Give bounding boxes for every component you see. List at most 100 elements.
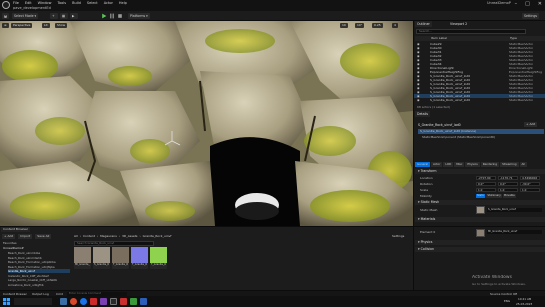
tab-details[interactable]: Details: [415, 111, 431, 117]
visibility-eye-icon[interactable]: ◉: [417, 98, 420, 102]
folder-tree-item[interactable]: Icelandic_Rock_Cliff_vbvhbwf: [8, 274, 70, 278]
browser-icon[interactable]: [70, 298, 77, 305]
viewport-menu-icon[interactable]: ≡: [2, 23, 9, 28]
outliner-row[interactable]: ◉ S_Granite_Rock_uinvf_lod0 StaticMeshActo…: [414, 98, 545, 102]
stop-icon[interactable]: [117, 13, 123, 19]
asset-tile[interactable]: T_Granite_Rock_N: [131, 247, 148, 269]
asset-tile[interactable]: T_Granite_Rock_ORM: [150, 247, 167, 269]
column-type[interactable]: Type: [510, 36, 517, 41]
settings-button[interactable]: Settings: [522, 13, 540, 19]
add-component-button[interactable]: + Add: [524, 122, 538, 127]
chrome-icon[interactable]: [80, 298, 87, 305]
menu-item-tools[interactable]: Tools: [57, 1, 66, 5]
material-dropdown[interactable]: MI_Granite_Rock_uinvf: [487, 230, 542, 234]
app-icon-green[interactable]: [130, 298, 137, 305]
close-button[interactable]: ✕: [538, 1, 542, 7]
materials-section[interactable]: ▾ Materials: [415, 217, 545, 222]
content-settings-button[interactable]: Settings: [392, 234, 404, 239]
windows-start-icon[interactable]: [3, 298, 10, 305]
folder-tree-item[interactable]: Beach_Rock_Formation_udkjfbjba: [8, 265, 70, 269]
content-save-all-button[interactable]: Save All: [35, 234, 52, 239]
tab-content-browser[interactable]: Content Browser: [1, 227, 31, 232]
rotation-y-field[interactable]: 0.0°: [498, 182, 518, 186]
filter-tab-actor[interactable]: Actor: [431, 162, 443, 167]
filter-tab-physics[interactable]: Physics: [465, 162, 480, 167]
physics-section[interactable]: ▾ Physics: [415, 240, 545, 245]
mobility-movable[interactable]: Movable: [502, 194, 516, 198]
taskbar-search[interactable]: [14, 298, 52, 305]
maximize-button[interactable]: □: [525, 1, 530, 7]
location-x-field[interactable]: -2707.90: [476, 176, 496, 180]
scale-x-field[interactable]: 1.0: [476, 188, 496, 192]
breadcrumb-granite-rock[interactable]: Granite_Rock_uinvf: [143, 234, 172, 239]
breadcrumb-megascans[interactable]: Megascans: [100, 234, 117, 239]
filter-tab-lod[interactable]: LOD: [443, 162, 454, 167]
scale-y-field[interactable]: 1.0: [498, 188, 518, 192]
folder-tree-item[interactable]: Large_Nordic_Coastal_Cliff_vbfabtb: [8, 278, 70, 282]
minimize-button[interactable]: –: [515, 1, 518, 7]
grid-snap-value[interactable]: 10: [340, 23, 348, 28]
menu-item-help[interactable]: Help: [119, 1, 127, 5]
filter-tab-rendering[interactable]: Rendering: [480, 162, 500, 167]
menu-item-file[interactable]: File: [13, 1, 19, 5]
component-static-mesh[interactable]: StaticMeshComponent (StaticMeshComponent…: [422, 135, 495, 139]
view-mode-button[interactable]: Perspective: [11, 23, 33, 28]
asset-tile[interactable]: S_Granite_Rock: [93, 247, 110, 269]
static-mesh-thumbnail[interactable]: [476, 206, 485, 214]
location-y-field[interactable]: -1170.71: [498, 176, 518, 180]
breadcrumb-3d-assets[interactable]: 3D_Assets: [122, 234, 137, 239]
app-icon-adobe[interactable]: [120, 298, 127, 305]
folder-tree-item[interactable]: Beach_Rock_uknmdwhb: [8, 256, 70, 260]
folder-tree-item[interactable]: Beach_Rock_uknmbiba: [8, 251, 70, 255]
breadcrumb-all[interactable]: All: [74, 234, 78, 239]
unreal-logo-icon[interactable]: [2, 1, 10, 9]
camera-speed-value[interactable]: 4: [392, 23, 398, 28]
add-actor-icon[interactable]: +: [50, 13, 58, 19]
play-icon[interactable]: [101, 13, 107, 19]
menu-item-edit[interactable]: Edit: [25, 1, 32, 5]
outliner-search-input[interactable]: Search...: [416, 29, 526, 34]
folder-tree-item[interactable]: Beach_Rock_Formation_udkpbhba: [8, 260, 70, 264]
cinematics-icon[interactable]: ▶: [70, 13, 78, 19]
column-item-label[interactable]: Item Label: [431, 36, 447, 41]
favorites-section[interactable]: Favorites: [3, 241, 17, 245]
level-viewport[interactable]: ≡ Perspective Lit Show 10 10° 0.25 4: [0, 21, 413, 226]
language-indicator[interactable]: ENG: [504, 296, 510, 307]
location-z-field[interactable]: 4.3496002: [520, 176, 540, 180]
transform-section[interactable]: ▾ Transform: [415, 169, 545, 174]
show-button[interactable]: Show: [55, 23, 68, 28]
asset-tile[interactable]: MI_Granite_Rock: [74, 247, 91, 269]
filter-tab-streaming[interactable]: Streaming: [500, 162, 519, 167]
static-mesh-dropdown[interactable]: S_Granite_Rock_uinvf: [487, 208, 542, 212]
blueprint-icon[interactable]: ▦: [60, 13, 68, 19]
folder-tree-item[interactable]: Granite_Rock_uinvf: [8, 269, 70, 273]
file-explorer-icon[interactable]: [60, 298, 67, 305]
menu-item-select[interactable]: Select: [87, 1, 98, 5]
menu-item-build[interactable]: Build: [72, 1, 81, 5]
tab-outliner[interactable]: Outliner: [415, 21, 432, 27]
app-icon-purple[interactable]: [100, 298, 107, 305]
clock-date[interactable]: 25-03-2023: [516, 302, 532, 306]
rotation-x-field[interactable]: 0.0°: [476, 182, 496, 186]
breadcrumb-content[interactable]: Content: [83, 234, 95, 239]
component-root[interactable]: S_Granite_Rock_uinvf_lod0 (Instance): [418, 129, 544, 134]
unreal-taskbar-icon[interactable]: [110, 298, 117, 305]
level-tab[interactable]: pave_developmentEd: [13, 6, 51, 10]
filter-tab-all[interactable]: All: [519, 162, 527, 167]
select-mode-button[interactable]: Select Mode ▾: [12, 13, 39, 19]
mobility-stationary[interactable]: Stationary: [486, 194, 502, 198]
app-icon-red[interactable]: [90, 298, 97, 305]
lit-button[interactable]: Lit: [42, 23, 50, 28]
content-search-input[interactable]: Search Granite_Rock_uinvf: [74, 241, 154, 246]
asset-tile[interactable]: T_Granite_Rock_D: [112, 247, 129, 269]
material-thumbnail[interactable]: [476, 229, 485, 237]
filter-tab-general[interactable]: General: [415, 162, 431, 167]
filter-tab-misc[interactable]: Misc: [454, 162, 465, 167]
collision-section[interactable]: ▾ Collision: [415, 247, 545, 252]
save-icon[interactable]: [2, 13, 9, 19]
content-import-button[interactable]: Import: [18, 234, 33, 239]
mobility-static[interactable]: Static: [476, 194, 486, 198]
actor-name-field[interactable]: S_Granite_Rock_uinvf_lod0: [418, 123, 461, 127]
scale-snap-value[interactable]: 0.25: [372, 23, 383, 28]
rotation-snap-value[interactable]: 10°: [355, 23, 365, 28]
